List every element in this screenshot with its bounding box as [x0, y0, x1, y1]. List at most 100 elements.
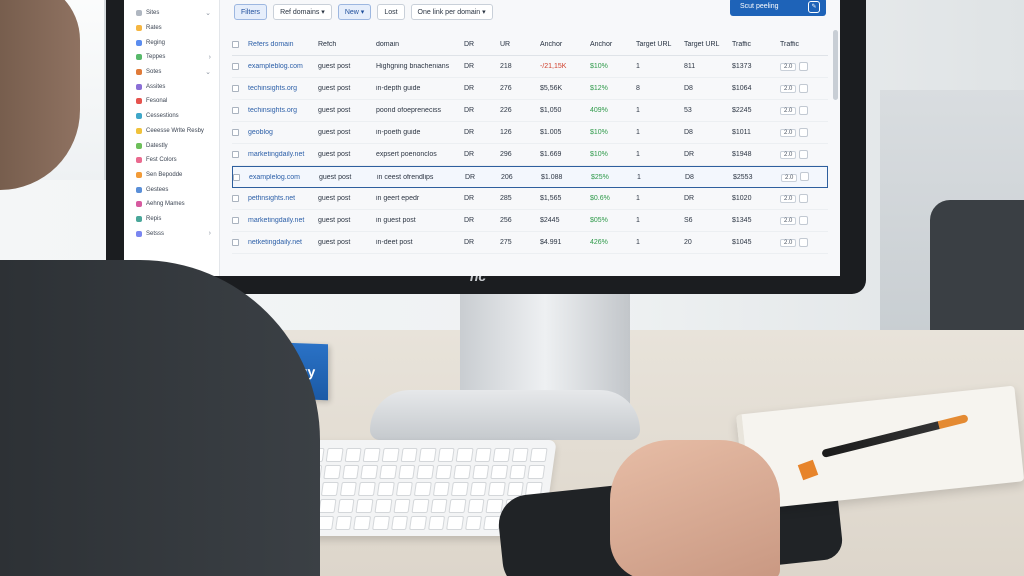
monitor-screen: Sites ⌄ Rates Reging Teppes › Sotes ⌄ Assites Fes… [124, 0, 840, 276]
table-cell: DR [464, 151, 475, 158]
table-row[interactable]: marketingdaily.net guest post expsert poen… [232, 144, 828, 166]
traffic-pill[interactable]: 2.0 [780, 107, 797, 116]
traffic-pill[interactable]: 2.0 [780, 151, 797, 160]
sidebar-item[interactable]: Assites [124, 79, 219, 94]
sidebar-item[interactable]: Gestees [124, 182, 219, 197]
table-row[interactable]: marketingdaily.net guest post in guest pos… [232, 210, 828, 232]
row-toggle[interactable] [799, 149, 809, 159]
domain-link[interactable]: petfinsights.net [248, 195, 318, 202]
domain-link[interactable]: exampleblog.com [248, 63, 318, 70]
column-header[interactable]: Traffic [780, 41, 818, 48]
table-cell: 409% [590, 107, 608, 114]
sidebar-item[interactable]: Setsss › [124, 226, 219, 241]
ref-domains-dropdown[interactable]: Ref domains ▾ [273, 4, 332, 20]
row-toggle[interactable] [799, 127, 809, 137]
table-row[interactable]: geoblog guest post in-poeth guide DR 126 $1.0… [232, 122, 828, 144]
sidebar-item[interactable]: Cessestions [124, 109, 219, 124]
keyboard-key [374, 499, 392, 513]
row-toggle[interactable] [799, 237, 809, 247]
sidebar-item[interactable]: Fest Colors [124, 153, 219, 168]
column-header[interactable]: Refch [318, 41, 376, 48]
row-toggle[interactable] [799, 61, 809, 71]
table-row[interactable]: techinsights.org guest post poond ofoepren… [232, 100, 828, 122]
table-cell: $1,050 [540, 107, 562, 114]
table-cell: 276 [500, 85, 512, 92]
sidebar-item[interactable]: Datestly [124, 138, 219, 153]
column-header[interactable]: DR [464, 41, 500, 48]
row-checkbox[interactable] [232, 85, 239, 92]
table-scrollbar[interactable] [833, 30, 838, 100]
traffic-pill[interactable]: 2.0 [780, 129, 797, 138]
keyboard-key [325, 448, 344, 462]
row-checkbox[interactable] [232, 239, 239, 246]
row-toggle[interactable] [799, 215, 809, 225]
cta-button[interactable]: Scut peeling ✎ [730, 0, 826, 16]
sidebar-item-label: Cessestions [146, 113, 179, 120]
row-checkbox[interactable] [232, 217, 239, 224]
traffic-pill[interactable]: 2.0 [780, 217, 797, 226]
row-checkbox[interactable] [232, 63, 239, 70]
sidebar-item[interactable]: Rates [124, 21, 219, 36]
table-cell: 285 [500, 195, 512, 202]
sidebar-item-icon [136, 113, 142, 120]
column-header[interactable]: Anchor [540, 41, 590, 48]
row-toggle[interactable] [799, 193, 809, 203]
domain-link[interactable]: examplelog.com [249, 174, 319, 181]
table-cell: guest post [318, 217, 351, 224]
table-row[interactable]: petfinsights.net guest post in geert epedr… [232, 188, 828, 210]
sidebar-item[interactable]: Teppes › [124, 50, 219, 65]
column-header[interactable]: Anchor [590, 41, 636, 48]
domain-link[interactable]: marketingdaily.net [248, 217, 318, 224]
new-dropdown[interactable]: New ▾ [337, 4, 372, 20]
sidebar-item[interactable]: Sen Bepodde [124, 168, 219, 183]
table-row[interactable]: examplelog.com guest post in ceest ofrendl… [232, 166, 828, 188]
row-checkbox[interactable] [232, 195, 239, 202]
traffic-pill[interactable]: 2.0 [780, 63, 797, 72]
row-toggle[interactable] [799, 83, 809, 93]
one-link-dropdown[interactable]: One link per domain ▾ [410, 4, 493, 20]
sidebar-item[interactable]: Repis [124, 212, 219, 227]
sidebar-item[interactable]: Aehng Mames [124, 197, 219, 212]
column-header[interactable]: domain [376, 41, 464, 48]
table-row[interactable]: exampleblog.com guest post Highgning bnach… [232, 56, 828, 78]
table-cell: in geert epedr [376, 195, 420, 202]
traffic-pill[interactable]: 2.0 [781, 173, 798, 182]
table-row[interactable]: techinsights.org guest post in-depth guide… [232, 78, 828, 100]
table-cell: 1 [636, 107, 640, 114]
domain-link[interactable]: techinsights.org [248, 107, 318, 114]
sidebar-item[interactable]: Reging [124, 35, 219, 50]
table-cell: $1373 [732, 63, 752, 70]
row-checkbox[interactable] [232, 129, 239, 136]
row-checkbox[interactable] [232, 151, 239, 158]
table-cell: $1,565 [540, 195, 562, 202]
domain-link[interactable]: techinsights.org [248, 85, 318, 92]
row-checkbox[interactable] [233, 173, 240, 181]
sidebar-item[interactable]: Sotes ⌄ [124, 65, 219, 80]
lost-button[interactable]: Lost [377, 4, 405, 20]
column-header[interactable]: UR [500, 41, 540, 48]
traffic-pill[interactable]: 2.0 [780, 85, 797, 94]
table-cell: $1045 [732, 239, 752, 246]
domain-link[interactable]: netketingdaily.net [248, 239, 318, 246]
table-cell: guest post [318, 63, 351, 70]
table-cell: $1011 [732, 129, 751, 136]
sidebar-item-icon [136, 39, 142, 46]
filters-button[interactable]: Filters [234, 4, 268, 20]
row-toggle[interactable] [800, 172, 810, 182]
column-header[interactable]: Target URL [684, 41, 732, 48]
column-header[interactable]: Refers domain [248, 41, 318, 48]
row-checkbox[interactable] [232, 107, 239, 114]
column-header[interactable]: Target URL [636, 41, 684, 48]
sidebar-item[interactable]: Ceeesse Wrlte Resby [124, 124, 219, 139]
sidebar-item-icon [136, 157, 142, 164]
table-row[interactable]: netketingdaily.net guest post in-deet post… [232, 232, 828, 254]
traffic-pill[interactable]: 2.0 [780, 195, 797, 204]
row-toggle[interactable] [799, 105, 809, 115]
traffic-pill[interactable]: 2.0 [780, 239, 797, 248]
domain-link[interactable]: geoblog [248, 129, 318, 136]
select-all-checkbox[interactable] [232, 41, 239, 48]
sidebar-item[interactable]: Sites ⌄ [124, 6, 219, 21]
domain-link[interactable]: marketingdaily.net [248, 151, 318, 158]
column-header[interactable]: Traffic [732, 41, 780, 48]
sidebar-item[interactable]: Fesonal [124, 94, 219, 109]
